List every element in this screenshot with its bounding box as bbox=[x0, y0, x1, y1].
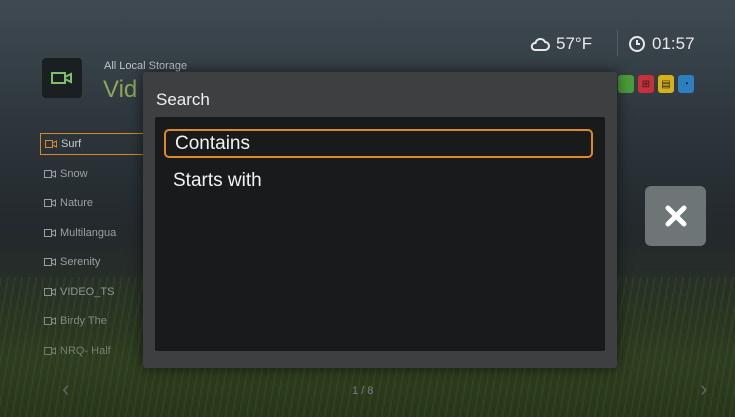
list-item[interactable]: Surf bbox=[40, 133, 150, 155]
video-camera-icon bbox=[44, 258, 56, 266]
list-item[interactable]: VIDEO_TS bbox=[40, 281, 150, 303]
video-camera-icon bbox=[44, 346, 56, 355]
category-title: Vid bbox=[103, 76, 138, 103]
video-camera-icon bbox=[51, 72, 72, 84]
dialog-title: Search bbox=[156, 90, 210, 109]
close-x-icon bbox=[665, 205, 686, 227]
video-camera-icon bbox=[45, 140, 57, 148]
weather-status: 57°F bbox=[530, 34, 592, 54]
list-item[interactable]: Birdy The bbox=[40, 310, 150, 332]
blue-function-button[interactable]: ◔ bbox=[678, 75, 694, 93]
previous-page-arrow[interactable]: ‹ bbox=[62, 376, 69, 402]
list-item[interactable]: Snow bbox=[40, 163, 150, 185]
video-camera-icon bbox=[44, 169, 56, 178]
option-starts-with[interactable]: Starts with bbox=[164, 166, 593, 195]
green-function-button[interactable] bbox=[618, 75, 634, 93]
clock-status: 01:57 bbox=[617, 30, 695, 56]
search-dialog: Search Contains Starts with bbox=[143, 72, 617, 368]
list-item[interactable]: Multilangua bbox=[40, 222, 150, 244]
video-app-icon bbox=[42, 58, 82, 98]
page-indicator: 1 / 8 bbox=[352, 385, 374, 397]
red-function-button[interactable]: ⊞ bbox=[638, 75, 654, 93]
list-item[interactable]: NRQ- Half bbox=[40, 340, 150, 362]
time-text: 01:57 bbox=[652, 34, 695, 53]
temperature-text: 57°F bbox=[556, 34, 593, 53]
close-button[interactable] bbox=[645, 186, 706, 246]
search-options-list: Contains Starts with bbox=[155, 117, 605, 351]
cloud-icon bbox=[530, 37, 550, 51]
media-player-screen: 57°F 01:57 All Local Storage Vid ⊞ ▤ ◔ S… bbox=[0, 0, 735, 417]
source-label: All Local Storage bbox=[104, 60, 188, 72]
file-list: Surf Snow Nature Multilangua Serenity VI… bbox=[40, 133, 150, 369]
video-camera-icon bbox=[44, 199, 56, 207]
yellow-function-button[interactable]: ▤ bbox=[658, 75, 674, 93]
list-item[interactable]: Serenity bbox=[40, 251, 150, 273]
list-item[interactable]: Nature bbox=[40, 192, 150, 214]
clock-icon bbox=[629, 36, 645, 52]
video-camera-icon bbox=[44, 317, 56, 325]
video-camera-icon bbox=[44, 228, 56, 237]
video-camera-icon bbox=[44, 287, 56, 296]
next-page-arrow[interactable]: › bbox=[700, 376, 707, 402]
option-contains[interactable]: Contains bbox=[164, 129, 593, 158]
